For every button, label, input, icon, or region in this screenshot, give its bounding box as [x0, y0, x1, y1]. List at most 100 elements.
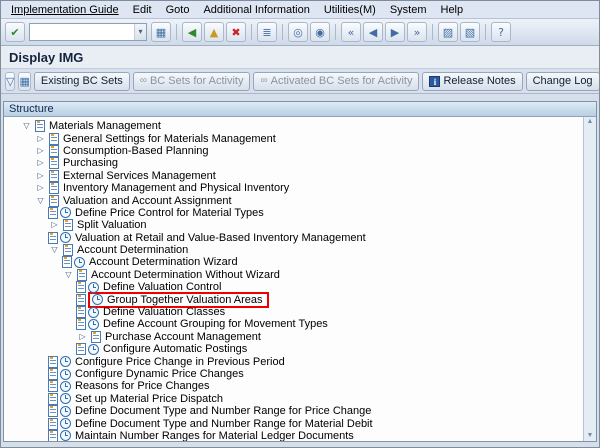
tree-toggle-icon[interactable]: ▷: [34, 147, 47, 155]
img-doc-icon[interactable]: [48, 405, 58, 417]
menu-item-edit[interactable]: Edit: [127, 3, 158, 17]
img-doc-icon[interactable]: [49, 170, 59, 182]
tree-item-label[interactable]: General Settings for Materials Managemen…: [61, 133, 278, 145]
img-doc-icon[interactable]: [76, 343, 86, 355]
tree-item-label[interactable]: Define Document Type and Number Range fo…: [73, 405, 373, 417]
tree-item-label[interactable]: Set up Material Price Dispatch: [73, 393, 225, 405]
tree-row[interactable]: ▷ General Settings for Materials Manageme…: [4, 132, 582, 144]
tree-item-label[interactable]: Maintain Number Ranges for Material Ledg…: [73, 430, 356, 441]
vertical-scrollbar[interactable]: ▲ ▼: [583, 117, 596, 441]
tree-row[interactable]: ▷Inventory Management and Physical Inven…: [4, 182, 582, 194]
new-session-button[interactable]: ▨: [438, 22, 458, 42]
tree-row[interactable]: ▷ Split Valuation: [4, 219, 582, 231]
release-notes-button[interactable]: iRelease Notes: [422, 72, 522, 91]
first-page-button[interactable]: «: [341, 22, 361, 42]
tree-row[interactable]: Define Document Type and Number Range fo…: [4, 417, 582, 429]
img-doc-icon[interactable]: [49, 182, 59, 194]
tree-item-label[interactable]: Inventory Management and Physical Invent…: [61, 182, 291, 194]
enter-button[interactable]: ✔: [5, 22, 25, 42]
find-next-button[interactable]: ◉: [310, 22, 330, 42]
tree-row[interactable]: Account Determination Wizard: [4, 256, 582, 268]
img-activity-icon[interactable]: [88, 282, 99, 293]
menu-item-help[interactable]: Help: [435, 3, 470, 17]
tree-item-label[interactable]: Account Determination: [75, 244, 190, 256]
img-doc-icon[interactable]: [48, 418, 58, 430]
command-dropdown-icon[interactable]: ▾: [134, 24, 146, 40]
img-doc-icon[interactable]: [63, 244, 73, 256]
tree-item-label[interactable]: Define Price Control for Material Types: [73, 207, 266, 219]
scroll-down-icon[interactable]: ▼: [587, 431, 594, 441]
tree-toggle-icon[interactable]: ▽: [48, 246, 61, 254]
tree-row[interactable]: ▷Purchase Account Management: [4, 331, 582, 343]
tree-item-label[interactable]: Configure Automatic Postings: [101, 343, 249, 355]
img-doc-icon[interactable]: [49, 195, 59, 207]
next-page-button[interactable]: ▶: [385, 22, 405, 42]
img-doc-icon[interactable]: [76, 318, 86, 330]
tree-row[interactable]: ▽ Valuation and Account Assignment: [4, 194, 582, 206]
tree-item-label[interactable]: Split Valuation: [75, 219, 149, 231]
tree-toggle-icon[interactable]: ▷: [34, 159, 47, 167]
tree-row[interactable]: Define Document Type and Number Range fo…: [4, 405, 582, 417]
img-doc-icon[interactable]: [77, 269, 87, 281]
img-activity-icon[interactable]: [60, 381, 71, 392]
img-doc-icon[interactable]: [76, 281, 86, 293]
help-button[interactable]: ?: [491, 22, 511, 42]
command-field[interactable]: [30, 24, 134, 40]
exit-button[interactable]: ▲: [204, 22, 224, 42]
img-doc-icon[interactable]: [62, 256, 72, 268]
tree-row[interactable]: Reasons for Price Changes: [4, 380, 582, 392]
tree-row[interactable]: Configure Price Change in Previous Perio…: [4, 355, 582, 367]
img-activity-icon[interactable]: [60, 393, 71, 404]
tree-toggle-icon[interactable]: ▷: [48, 221, 61, 229]
tree-item-label[interactable]: Purchasing: [61, 157, 120, 169]
img-doc-icon[interactable]: [48, 356, 58, 368]
tree-row[interactable]: Set up Material Price Dispatch: [4, 393, 582, 405]
img-doc-icon[interactable]: [76, 294, 86, 306]
img-doc-icon[interactable]: [49, 157, 59, 169]
tree-item-label[interactable]: Define Document Type and Number Range fo…: [73, 418, 375, 430]
tree-item-label[interactable]: Valuation and Account Assignment: [61, 195, 234, 207]
change-log-button[interactable]: Change Log: [526, 72, 600, 91]
menu-item-additional-information[interactable]: Additional Information: [197, 3, 315, 17]
tree-item-label[interactable]: Purchase Account Management: [103, 331, 263, 343]
menu-item-goto[interactable]: Goto: [160, 3, 196, 17]
tree-row[interactable]: ▽Account Determination Without Wizard: [4, 269, 582, 281]
tree-toggle-icon[interactable]: ▽: [34, 197, 47, 205]
img-doc-icon[interactable]: [48, 393, 58, 405]
tree-row[interactable]: ▽ Materials Management: [4, 120, 582, 132]
existing-bc-sets-button[interactable]: Existing BC Sets: [34, 72, 130, 91]
print-button[interactable]: ≣: [257, 22, 277, 42]
tree-item-label[interactable]: Define Account Grouping for Movement Typ…: [101, 318, 330, 330]
img-doc-icon[interactable]: [48, 380, 58, 392]
img-activity-icon[interactable]: [60, 207, 71, 218]
img-doc-icon[interactable]: [48, 430, 58, 441]
tree-item-label[interactable]: Account Determination Wizard: [87, 256, 240, 268]
img-doc-icon[interactable]: [63, 219, 73, 231]
prev-page-button[interactable]: ◀: [363, 22, 383, 42]
tree-item-label[interactable]: Account Determination Without Wizard: [89, 269, 282, 281]
tree-row[interactable]: Group Together Valuation Areas: [4, 293, 582, 305]
img-doc-icon[interactable]: [48, 207, 58, 219]
tree-item-label[interactable]: Configure Dynamic Price Changes: [73, 368, 246, 380]
tree-item-label[interactable]: Materials Management: [47, 120, 163, 132]
tree-toggle-icon[interactable]: ▽: [20, 122, 33, 130]
tree-row[interactable]: Define Account Grouping for Movement Typ…: [4, 318, 582, 330]
img-activity-icon[interactable]: [60, 406, 71, 417]
save-button[interactable]: ▦: [151, 22, 171, 42]
tree-row[interactable]: Maintain Number Ranges for Material Ledg…: [4, 430, 582, 441]
img-activity-icon[interactable]: [60, 356, 71, 367]
tree-row[interactable]: ▽ Account Determination: [4, 244, 582, 256]
tree-row[interactable]: Configure Automatic Postings: [4, 343, 582, 355]
tree-toggle-icon[interactable]: ▷: [34, 135, 47, 143]
tree-item-label[interactable]: Consumption-Based Planning: [61, 145, 211, 157]
shortcut-button[interactable]: ▧: [460, 22, 480, 42]
tree-row[interactable]: Define Valuation Control: [4, 281, 582, 293]
back-button[interactable]: ◀: [182, 22, 202, 42]
img-doc-icon[interactable]: [76, 306, 86, 318]
tree-item-label[interactable]: External Services Management: [61, 170, 218, 182]
img-activity-icon[interactable]: [88, 344, 99, 355]
tree-item-label[interactable]: Reasons for Price Changes: [73, 380, 212, 392]
tree-toggle-icon[interactable]: ▷: [34, 172, 47, 180]
img-doc-icon[interactable]: [49, 133, 59, 145]
position-button[interactable]: ▦: [18, 72, 30, 91]
